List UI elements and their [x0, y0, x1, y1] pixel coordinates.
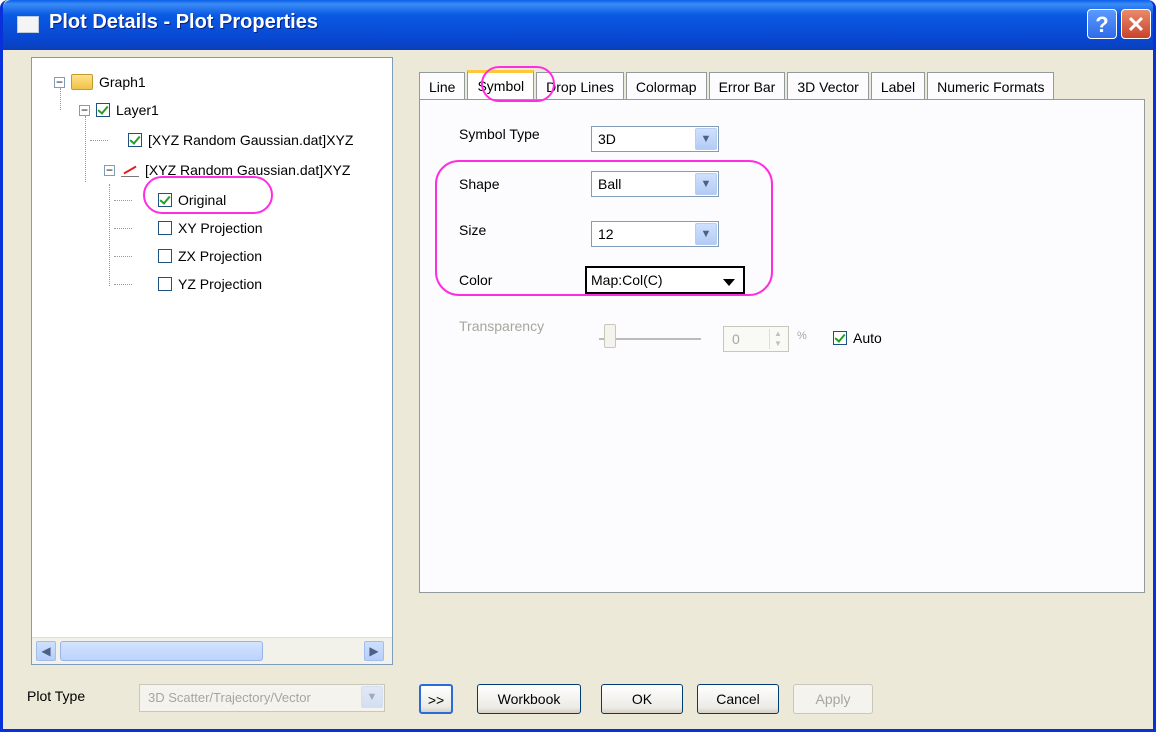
size-label: Size	[459, 222, 487, 238]
layer-checkbox[interactable]	[96, 103, 110, 117]
auto-label: Auto	[853, 330, 882, 346]
shape-select[interactable]: Ball ▼	[591, 171, 719, 197]
tree-node-xy-projection[interactable]: XY Projection	[158, 216, 263, 240]
tab-numeric-formats[interactable]: Numeric Formats	[927, 72, 1055, 100]
symbol-type-label: Symbol Type	[459, 126, 540, 142]
color-label: Color	[459, 272, 493, 288]
ok-button[interactable]: OK	[601, 684, 683, 714]
transparency-label: Transparency	[459, 318, 545, 334]
tree-node-yz-projection[interactable]: YZ Projection	[158, 272, 262, 296]
percent-label: %	[797, 330, 807, 342]
collapse-icon[interactable]: −	[79, 104, 90, 116]
tree-node-label: [XYZ Random Gaussian.dat]XYZ	[145, 162, 351, 178]
collapse-icon[interactable]: −	[54, 76, 65, 88]
tree-node-plot1[interactable]: [XYZ Random Gaussian.dat]XYZ	[128, 128, 353, 152]
tree-node-label: Layer1	[116, 102, 159, 118]
symbol-type-select[interactable]: 3D ▼	[591, 126, 719, 152]
color-select[interactable]: Map:Col(C)	[585, 266, 745, 294]
tree-node-plot2[interactable]: − [XYZ Random Gaussian.dat]XYZ	[104, 158, 350, 182]
plot-type-select[interactable]: 3D Scatter/Trajectory/Vector ▼	[139, 684, 385, 712]
tab-line[interactable]: Line	[419, 72, 466, 100]
size-value: 12	[598, 226, 614, 242]
yz-projection-checkbox[interactable]	[158, 277, 172, 291]
more-button[interactable]: >>	[419, 684, 453, 714]
tree-node-label: [XYZ Random Gaussian.dat]XYZ	[148, 132, 354, 148]
plot-details-dialog: Plot Details - Plot Properties ? ✕ − Gra…	[0, 0, 1156, 732]
tab-label[interactable]: Label	[870, 72, 926, 100]
tree-node-graph1[interactable]: − Graph1	[54, 70, 146, 94]
spin-arrows-icon[interactable]: ▲ ▼	[769, 329, 786, 349]
dropdown-arrow-icon[interactable]	[723, 279, 735, 286]
chevron-down-icon[interactable]: ▼	[695, 128, 717, 150]
plot-type-label: Plot Type	[27, 688, 86, 704]
auto-checkbox[interactable]	[833, 331, 847, 345]
horizontal-scrollbar[interactable]: ◀ ▶	[32, 637, 392, 664]
size-select[interactable]: 12 ▼	[591, 221, 719, 247]
window-icon	[17, 16, 39, 33]
chevron-down-icon[interactable]: ▼	[695, 173, 717, 195]
property-tabs: Line Symbol Drop Lines Colormap Error Ba…	[419, 70, 1056, 101]
shape-value: Ball	[598, 176, 622, 192]
scroll-left-icon[interactable]: ◀	[36, 641, 56, 661]
plot-type-value: 3D Scatter/Trajectory/Vector	[148, 690, 311, 705]
help-button[interactable]: ?	[1087, 9, 1117, 39]
tab-3d-vector[interactable]: 3D Vector	[787, 72, 869, 100]
tree-node-zx-projection[interactable]: ZX Projection	[158, 244, 262, 268]
close-button[interactable]: ✕	[1121, 9, 1151, 39]
symbol-type-value: 3D	[598, 131, 616, 147]
tab-error-bar[interactable]: Error Bar	[708, 72, 786, 100]
zx-projection-checkbox[interactable]	[158, 249, 172, 263]
tab-drop-lines[interactable]: Drop Lines	[536, 72, 624, 100]
tree-node-label: Graph1	[99, 74, 146, 90]
shape-label: Shape	[459, 176, 500, 192]
workbook-button[interactable]: Workbook	[477, 684, 581, 714]
plot-checkbox[interactable]	[128, 133, 142, 147]
scroll-thumb[interactable]	[60, 641, 263, 661]
scroll-right-icon[interactable]: ▶	[364, 641, 384, 661]
plot-tree[interactable]: − Graph1 − Layer1 [XYZ Random Gaussian.d…	[31, 57, 393, 665]
collapse-icon[interactable]: −	[104, 164, 115, 176]
window-title: Plot Details - Plot Properties	[49, 11, 318, 33]
tab-symbol[interactable]: Symbol	[467, 70, 535, 101]
auto-checkbox-wrap[interactable]: Auto	[833, 330, 882, 346]
cancel-button[interactable]: Cancel	[697, 684, 779, 714]
original-checkbox[interactable]	[158, 193, 172, 207]
color-value: Map:Col(C)	[591, 272, 663, 288]
tab-colormap[interactable]: Colormap	[625, 72, 707, 100]
transparency-input[interactable]: 0 ▲ ▼	[723, 326, 789, 352]
tree-node-layer1[interactable]: − Layer1	[79, 98, 159, 122]
title-bar[interactable]: Plot Details - Plot Properties ? ✕	[3, 0, 1153, 50]
chevron-down-icon[interactable]: ▼	[695, 223, 717, 245]
tree-node-label: ZX Projection	[178, 248, 263, 264]
xy-projection-checkbox[interactable]	[158, 221, 172, 235]
line-plot-icon	[121, 163, 139, 177]
transparency-value: 0	[732, 331, 740, 347]
apply-button[interactable]: Apply	[793, 684, 873, 714]
tree-node-label: YZ Projection	[178, 276, 263, 292]
chevron-down-icon[interactable]: ▼	[361, 686, 383, 708]
transparency-slider[interactable]	[604, 324, 616, 348]
tree-node-label: XY Projection	[178, 220, 263, 236]
tree-node-original[interactable]: Original	[158, 188, 226, 212]
folder-icon	[71, 74, 93, 90]
tree-node-label: Original	[178, 192, 227, 208]
